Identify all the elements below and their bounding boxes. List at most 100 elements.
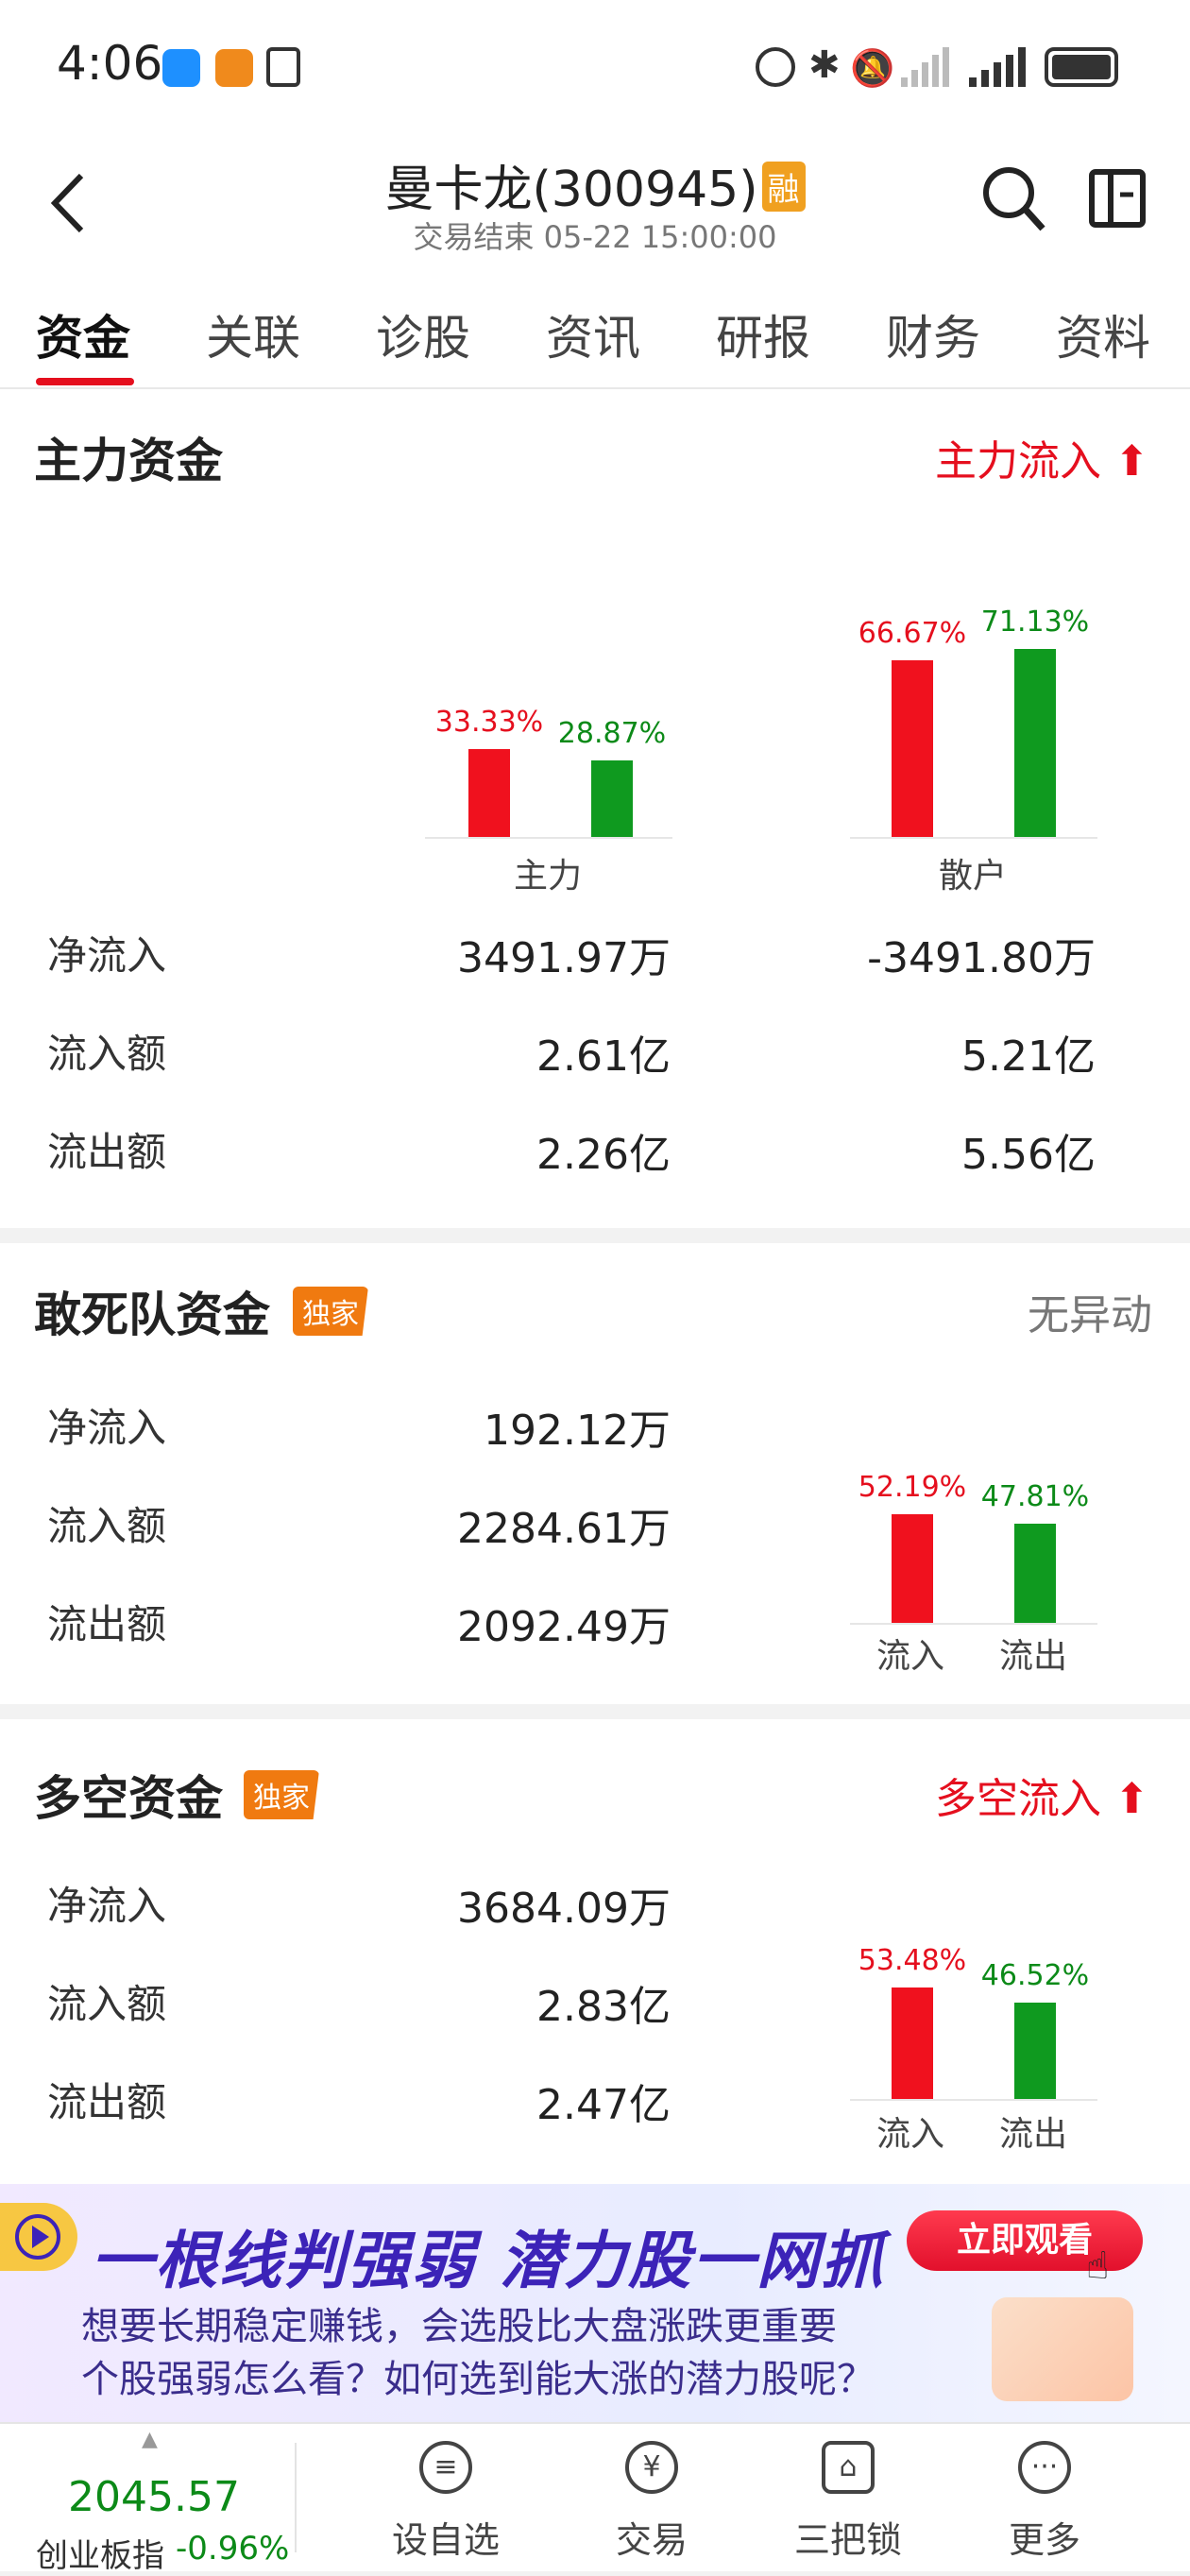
outflow-label: 流出额 xyxy=(47,1129,167,1175)
nav-label: 设自选 xyxy=(391,2519,500,2561)
dare-out-label: 流出 xyxy=(998,1637,1067,1676)
dare-in-pct-label: 52.19% xyxy=(858,1471,967,1504)
outflow-label: 流出额 xyxy=(47,2079,167,2125)
longshort-funds-status[interactable]: 多空流入 ⬆ xyxy=(935,1765,1149,1825)
longshort-in-pct-label: 53.48% xyxy=(858,1944,967,1977)
baseline xyxy=(850,1623,1097,1625)
banner-line-2: 个股强弱怎么看？如何选到能大涨的潜力股呢？ xyxy=(81,2358,875,2401)
baseline xyxy=(850,2099,1097,2101)
net-inflow-label: 净流入 xyxy=(47,1405,167,1451)
outflow-label: 流出额 xyxy=(47,1601,167,1647)
dare-in-label: 流入 xyxy=(876,1637,944,1676)
message-app-icon xyxy=(162,49,200,87)
main-inflow: 2.61亿 xyxy=(536,1032,671,1081)
play-app-icon xyxy=(215,49,253,87)
lock-icon: ⌂ xyxy=(822,2441,875,2494)
bottom-nav: ▲ 2045.57 创业板指 -0.96% ≡ 设自选 ¥ 交易 ⌂ 三把锁 ·… xyxy=(0,2422,1190,2575)
more-icon: ··· xyxy=(1018,2441,1071,2494)
tab-finance[interactable]: 财务 xyxy=(886,300,980,368)
inflow-label: 流入额 xyxy=(47,1031,167,1077)
dare-in-bar xyxy=(892,1514,933,1623)
dare-funds-section: 敢死队资金 独家 无异动 净流入 192.12万 流入额 2284.61万 流出… xyxy=(0,1243,1190,1704)
tab-bar: 资金 关联 诊股 资讯 研报 财务 资料 xyxy=(0,274,1190,389)
exclusive-badge: 独家 xyxy=(293,1287,368,1336)
longshort-inflow: 2.83亿 xyxy=(536,1983,671,2031)
tab-profile[interactable]: 资料 xyxy=(1056,300,1150,368)
tab-related[interactable]: 关联 xyxy=(206,300,300,368)
retail-out-pct-label: 71.13% xyxy=(980,606,1090,639)
index-value[interactable]: 2045.57 xyxy=(68,2473,240,2521)
tab-funds[interactable]: 资金 xyxy=(36,300,130,368)
nav-more[interactable]: ··· 更多 xyxy=(969,2441,1120,2563)
main-funds-section: 主力资金 主力流入 ⬆ 33.33% 28.87% 主力 66.67% 71.1… xyxy=(0,389,1190,1228)
play-icon xyxy=(0,2203,77,2271)
banner-line-1: 想要长期稳定赚钱，会选股比大盘涨跌更重要 xyxy=(81,2305,837,2348)
retail-category-label: 散户 xyxy=(938,857,1007,896)
main-category-label: 主力 xyxy=(513,857,582,896)
list-icon: ≡ xyxy=(419,2441,472,2494)
signal-icon-1 xyxy=(901,47,949,87)
longshort-in-label: 流入 xyxy=(876,2115,944,2154)
alarm-icon xyxy=(756,47,795,87)
dare-out-bar xyxy=(1014,1524,1056,1623)
tab-news[interactable]: 资讯 xyxy=(546,300,640,368)
mute-icon: 🔕 xyxy=(850,47,895,89)
main-funds-title: 主力资金 xyxy=(34,434,223,488)
longshort-funds-title: 多空资金 xyxy=(34,1771,223,1826)
dare-funds-status: 无异动 xyxy=(1028,1291,1152,1339)
main-out-bar xyxy=(591,760,633,837)
main-net-inflow: 3491.97万 xyxy=(457,934,671,982)
status-bar: 4:06 ✱ 🔕 xyxy=(0,0,1190,132)
margin-badge: 融 xyxy=(761,162,806,212)
tab-active-indicator xyxy=(36,378,134,385)
status-time: 4:06 xyxy=(57,36,163,91)
retail-inflow: 5.21亿 xyxy=(961,1032,1096,1081)
longshort-out-bar xyxy=(1014,2003,1056,2099)
longshort-in-bar xyxy=(892,1987,933,2099)
app-header: 曼卡龙(300945) 融 交易结束 05-22 15:00:00 xyxy=(0,132,1190,274)
chart-illustration-icon xyxy=(992,2297,1133,2401)
tab-diagnosis[interactable]: 诊股 xyxy=(376,300,470,368)
nav-add-watchlist[interactable]: ≡ 设自选 xyxy=(370,2441,521,2563)
longshort-outflow: 2.47亿 xyxy=(536,2081,671,2129)
retail-in-bar xyxy=(892,660,933,837)
net-inflow-label: 净流入 xyxy=(47,932,167,979)
exclusive-badge: 独家 xyxy=(244,1770,319,1819)
longshort-out-pct-label: 46.52% xyxy=(980,1959,1090,1992)
main-in-bar xyxy=(468,749,510,837)
nav-label: 三把锁 xyxy=(793,2519,902,2561)
index-change: -0.96% xyxy=(176,2530,290,2567)
main-funds-status[interactable]: 主力流入 ⬆ xyxy=(935,427,1149,487)
nav-trade[interactable]: ¥ 交易 xyxy=(576,2441,727,2563)
search-icon[interactable] xyxy=(980,164,1046,232)
longshort-status-label: 多空流入 xyxy=(935,1775,1101,1823)
inflow-label: 流入额 xyxy=(47,1503,167,1549)
dare-net-inflow: 192.12万 xyxy=(484,1407,671,1455)
signal-icon-2 xyxy=(969,47,1026,87)
stock-name: 曼卡龙(300945) xyxy=(384,162,758,218)
nav-label: 更多 xyxy=(1008,2519,1080,2561)
battery-icon xyxy=(1045,47,1118,87)
main-in-pct-label: 33.33% xyxy=(434,706,544,739)
main-outflow: 2.26亿 xyxy=(536,1131,671,1179)
nav-three-locks[interactable]: ⌂ 三把锁 xyxy=(773,2441,924,2563)
promo-banner[interactable]: 一根线判强弱 潜力股一网抓 立即观看 ☝ 想要长期稳定赚钱，会选股比大盘涨跌更重… xyxy=(0,2184,1190,2422)
bluetooth-icon: ✱ xyxy=(808,43,841,87)
longshort-funds-section: 多空资金 独家 多空流入 ⬆ 净流入 3684.09万 流入额 2.83亿 流出… xyxy=(0,1719,1190,2184)
inflow-label: 流入额 xyxy=(47,1981,167,2027)
share-icon[interactable] xyxy=(1088,166,1148,229)
dare-inflow: 2284.61万 xyxy=(457,1505,671,1553)
baseline xyxy=(425,837,672,839)
longshort-net-inflow: 3684.09万 xyxy=(457,1885,671,1933)
longshort-out-label: 流出 xyxy=(998,2115,1067,2154)
retail-net-inflow: -3491.80万 xyxy=(867,934,1096,982)
dare-funds-title: 敢死队资金 xyxy=(34,1288,270,1342)
baseline xyxy=(850,837,1097,839)
nav-label: 交易 xyxy=(615,2519,688,2561)
retail-outflow: 5.56亿 xyxy=(961,1131,1096,1179)
hand-cursor-icon: ☝ xyxy=(1086,2244,1110,2288)
dare-out-pct-label: 47.81% xyxy=(980,1480,1090,1513)
dare-outflow: 2092.49万 xyxy=(457,1603,671,1651)
yen-icon: ¥ xyxy=(625,2441,678,2494)
tab-research[interactable]: 研报 xyxy=(716,300,810,368)
